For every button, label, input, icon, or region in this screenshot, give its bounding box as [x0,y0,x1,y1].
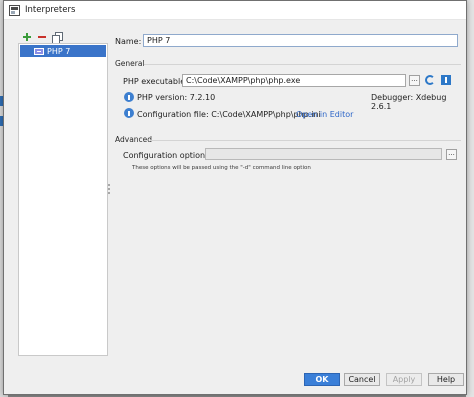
general-separator [144,64,461,65]
advanced-separator [150,140,461,141]
apply-button[interactable]: Apply [386,373,422,386]
debugger-text: Debugger: Xdebug 2.6.1 [371,93,447,111]
add-icon[interactable] [22,32,32,42]
advanced-section-label: Advanced [115,135,153,144]
config-options-hint: These options will be passed using the "… [132,165,311,171]
interpreter-list: PHP 7 [18,43,108,356]
splitter-handle[interactable] [108,184,111,196]
config-options-browse-button[interactable]: ... [446,149,457,160]
ok-button[interactable]: OK [304,373,340,386]
remove-icon[interactable] [37,32,47,42]
list-item-label: PHP 7 [47,46,71,56]
dialog-title: Interpreters [25,5,76,15]
config-options-label: Configuration options: [123,151,212,160]
executable-browse-button[interactable]: ... [409,75,420,86]
php-executable-label: PHP executable: [123,77,188,86]
reload-icon[interactable] [425,75,435,85]
config-options-input[interactable] [205,148,442,160]
interpreter-toolbar [22,31,63,44]
config-file-text: Configuration file: C:\Code\XAMPP\php\ph… [137,110,321,119]
copy-icon[interactable] [52,32,63,44]
php-executable-input[interactable] [182,74,406,87]
list-item-php7[interactable]: PHP 7 [20,45,106,57]
help-button[interactable]: Help [428,373,464,386]
name-input[interactable] [143,34,458,47]
background-window-right [466,0,474,397]
cancel-button[interactable]: Cancel [344,373,380,386]
details-icon[interactable] [441,75,451,85]
open-in-editor-link[interactable]: Open in Editor [296,110,353,119]
php-version-text: PHP version: 7.2.10 [137,93,216,102]
general-section-label: General [115,59,145,68]
php-icon [34,47,44,55]
name-label: Name: [115,37,142,46]
interpreters-dialog: Interpreters PHP 7 Name: General PHP exe… [3,0,467,395]
info-icon [124,92,134,102]
window-icon [9,5,20,16]
info-icon [124,108,134,118]
dialog-titlebar: Interpreters [4,1,466,20]
